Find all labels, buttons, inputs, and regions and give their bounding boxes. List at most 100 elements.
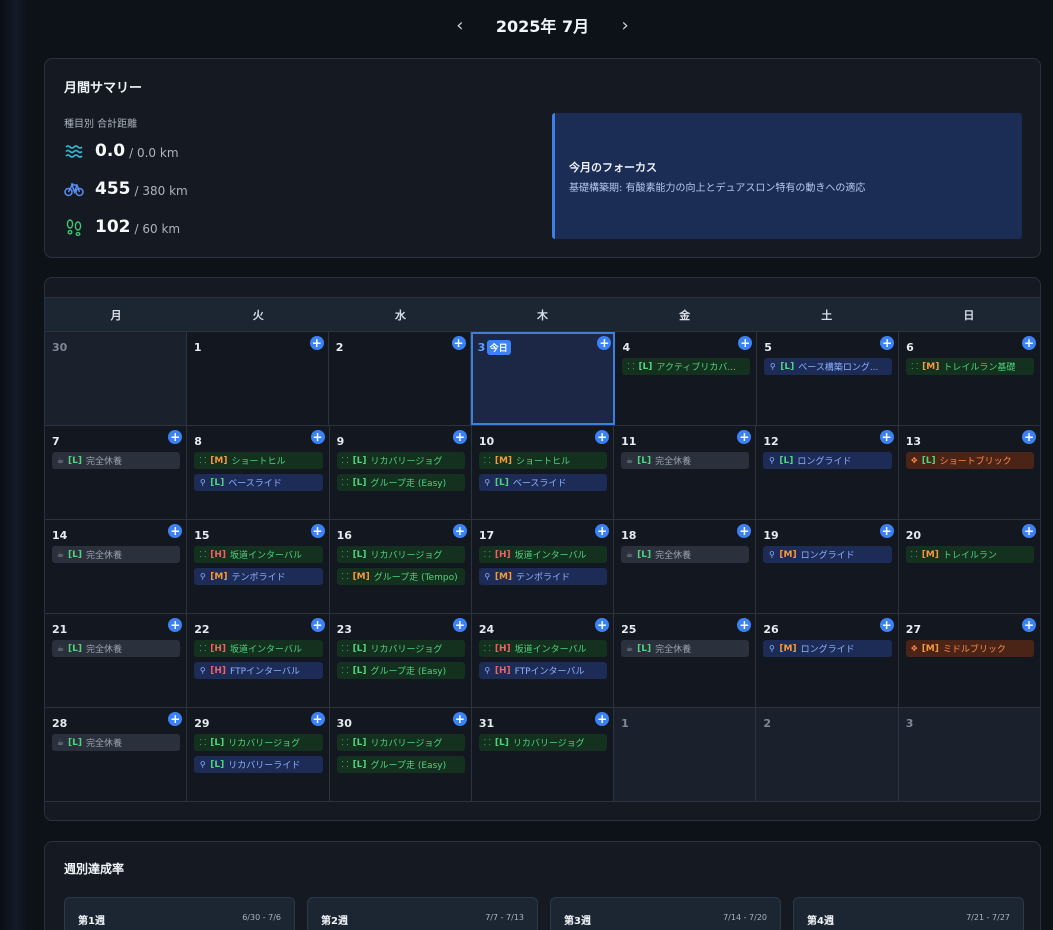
workout-event-rest[interactable]: ☕ [L] 完全休養 (621, 640, 750, 657)
calendar-day[interactable]: 21 + ☕ [L] 完全休養 (45, 614, 188, 707)
week-card-2[interactable]: 第2週 7/7 - 7/13 (307, 897, 538, 930)
workout-event-run[interactable]: ⸬ [H] 坂道インターバル (478, 546, 608, 563)
add-workout-button[interactable]: + (452, 430, 467, 444)
workout-event-bike[interactable]: ⚲ [L] ベース構築ロング... (764, 358, 893, 375)
calendar-day[interactable]: 16 + ⸬ [L] リカバリージョグ ⸬ [M] グループ走 (Tempo) (329, 520, 472, 613)
prev-month-button[interactable]: ‹ (446, 11, 474, 39)
add-workout-button[interactable]: + (737, 618, 752, 632)
workout-event-rest[interactable]: ☕ [L] 完全休養 (52, 734, 181, 751)
add-workout-button[interactable]: + (738, 336, 753, 350)
workout-event-brick[interactable]: ✥ [L] ショートブリック (905, 452, 1034, 469)
add-workout-button[interactable]: + (1021, 618, 1036, 632)
workout-event-bike[interactable]: ⚲ [M] ロングライド (763, 546, 892, 563)
calendar-day[interactable]: 15 + ⸬ [H] 坂道インターバル ⚲ [M] テンポライド (187, 520, 330, 613)
calendar-day[interactable]: 29 + ⸬ [L] リカバリージョグ ⚲ [L] リカバリーライド (187, 708, 330, 801)
workout-event-run[interactable]: ⸬ [L] アクティブリカバ... (622, 358, 751, 375)
workout-event-run[interactable]: ⸬ [L] リカバリージョグ (336, 640, 465, 657)
calendar-day[interactable]: 14 + ☕ [L] 完全休養 (45, 520, 188, 613)
workout-event-rest[interactable]: ☕ [L] 完全休養 (52, 640, 181, 657)
workout-event-bike[interactable]: ⚲ [L] ベースライド (194, 474, 323, 491)
calendar-day[interactable]: 26 + ⚲ [M] ロングライド (756, 614, 899, 707)
calendar-day[interactable]: 18 + ☕ [L] 完全休養 (614, 520, 757, 613)
calendar-day[interactable]: 25 + ☕ [L] 完全休養 (614, 614, 757, 707)
add-workout-button[interactable]: + (1022, 336, 1037, 350)
calendar-day[interactable]: 17 + ⸬ [H] 坂道インターバル ⚲ [M] テンポライド (471, 520, 615, 613)
workout-event-run[interactable]: ⸬ [L] リカバリージョグ (336, 546, 465, 563)
workout-event-bike[interactable]: ⚲ [L] ベースライド (478, 474, 608, 491)
workout-event-run[interactable]: ⸬ [H] 坂道インターバル (194, 640, 323, 657)
workout-event-rest[interactable]: ☕ [L] 完全休養 (52, 452, 181, 469)
add-workout-button[interactable]: + (168, 524, 183, 538)
calendar-day[interactable]: 13 + ✥ [L] ショートブリック (898, 426, 1040, 519)
add-workout-button[interactable]: + (880, 336, 895, 350)
add-workout-button[interactable]: + (452, 524, 467, 538)
calendar-day[interactable]: 12 + ⚲ [L] ロングライド (756, 426, 899, 519)
workout-event-run[interactable]: ⸬ [H] 坂道インターバル (478, 640, 608, 657)
add-workout-button[interactable]: + (1021, 430, 1036, 444)
add-workout-button[interactable]: + (309, 336, 324, 350)
workout-event-brick[interactable]: ✥ [M] ミドルブリック (905, 640, 1034, 657)
week-card-1[interactable]: 第1週 6/30 - 7/6 (64, 897, 295, 930)
workout-event-run[interactable]: ⸬ [M] グループ走 (Tempo) (336, 568, 465, 585)
add-workout-button[interactable]: + (451, 336, 466, 350)
week-card-4[interactable]: 第4週 7/21 - 7/27 (793, 897, 1024, 930)
add-workout-button[interactable]: + (1021, 524, 1036, 538)
add-workout-button[interactable]: + (168, 430, 183, 444)
add-workout-button[interactable]: + (452, 712, 467, 726)
week-card-3[interactable]: 第3週 7/14 - 7/20 (550, 897, 781, 930)
add-workout-button[interactable]: + (595, 712, 610, 726)
add-workout-button[interactable]: + (879, 524, 894, 538)
workout-event-bike[interactable]: ⚲ [H] FTPインターバル (194, 662, 323, 679)
calendar-day[interactable]: 6 + ⸬ [M] トレイルラン基礎 (899, 332, 1041, 425)
workout-event-bike[interactable]: ⚲ [L] リカバリーライド (194, 756, 323, 773)
add-workout-button[interactable]: + (310, 524, 325, 538)
calendar-day[interactable]: 3 (898, 708, 1040, 801)
add-workout-button[interactable]: + (595, 618, 610, 632)
calendar-day[interactable]: 23 + ⸬ [L] リカバリージョグ ⸬ [L] グループ走 (Easy) (329, 614, 472, 707)
calendar-day[interactable]: 2 (756, 708, 899, 801)
workout-event-bike[interactable]: ⚲ [M] ロングライド (763, 640, 892, 657)
add-workout-button[interactable]: + (310, 430, 325, 444)
workout-event-run[interactable]: ⸬ [M] トレイルラン基礎 (906, 358, 1035, 375)
calendar-day[interactable]: 24 + ⸬ [H] 坂道インターバル ⚲ [H] FTPインターバル (471, 614, 615, 707)
calendar-day[interactable]: 8 + ⸬ [M] ショートヒル ⚲ [L] ベースライド (187, 426, 330, 519)
workout-event-rest[interactable]: ☕ [L] 完全休養 (52, 546, 181, 563)
calendar-day[interactable]: 1 + (186, 332, 329, 425)
calendar-day-today[interactable]: 3 今日 + (470, 332, 616, 425)
add-workout-button[interactable]: + (879, 430, 894, 444)
calendar-day[interactable]: 4 + ⸬ [L] アクティブリカバ... (615, 332, 758, 425)
workout-event-rest[interactable]: ☕ [L] 完全休養 (621, 452, 750, 469)
calendar-day[interactable]: 2 + (328, 332, 471, 425)
add-workout-button[interactable]: + (737, 430, 752, 444)
workout-event-run[interactable]: ⸬ [M] ショートヒル (194, 452, 323, 469)
add-workout-button[interactable]: + (737, 524, 752, 538)
calendar-day[interactable]: 27 + ✥ [M] ミドルブリック (898, 614, 1040, 707)
workout-event-bike[interactable]: ⚲ [M] テンポライド (478, 568, 608, 585)
add-workout-button[interactable]: + (310, 712, 325, 726)
workout-event-run[interactable]: ⸬ [M] トレイルラン (905, 546, 1034, 563)
workout-event-run[interactable]: ⸬ [L] リカバリージョグ (336, 452, 465, 469)
calendar-day[interactable]: 31 + ⸬ [L] リカバリージョグ (471, 708, 615, 801)
workout-event-run[interactable]: ⸬ [L] リカバリージョグ (478, 734, 608, 751)
calendar-day[interactable]: 30 + ⸬ [L] リカバリージョグ ⸬ [L] グループ走 (Easy) (329, 708, 472, 801)
calendar-day[interactable]: 19 + ⚲ [M] ロングライド (756, 520, 899, 613)
workout-event-run[interactable]: ⸬ [M] ショートヒル (478, 452, 608, 469)
workout-event-bike[interactable]: ⚲ [L] ロングライド (763, 452, 892, 469)
add-workout-button[interactable]: + (452, 618, 467, 632)
calendar-day[interactable]: 11 + ☕ [L] 完全休養 (614, 426, 757, 519)
workout-event-run[interactable]: ⸬ [L] グループ走 (Easy) (336, 756, 465, 773)
calendar-day[interactable]: 20 + ⸬ [M] トレイルラン (898, 520, 1040, 613)
workout-event-run[interactable]: ⸬ [L] リカバリージョグ (336, 734, 465, 751)
calendar-day[interactable]: 1 (614, 708, 757, 801)
calendar-day[interactable]: 28 + ☕ [L] 完全休養 (45, 708, 188, 801)
workout-event-run[interactable]: ⸬ [H] 坂道インターバル (194, 546, 323, 563)
add-workout-button[interactable]: + (879, 618, 894, 632)
workout-event-run[interactable]: ⸬ [L] リカバリージョグ (194, 734, 323, 751)
calendar-day[interactable]: 10 + ⸬ [M] ショートヒル ⚲ [L] ベースライド (471, 426, 615, 519)
calendar-day[interactable]: 30 (45, 332, 187, 425)
add-workout-button[interactable]: + (168, 618, 183, 632)
workout-event-run[interactable]: ⸬ [L] グループ走 (Easy) (336, 474, 465, 491)
add-workout-button[interactable]: + (595, 430, 610, 444)
next-month-button[interactable]: › (611, 11, 639, 39)
workout-event-bike[interactable]: ⚲ [H] FTPインターバル (478, 662, 608, 679)
